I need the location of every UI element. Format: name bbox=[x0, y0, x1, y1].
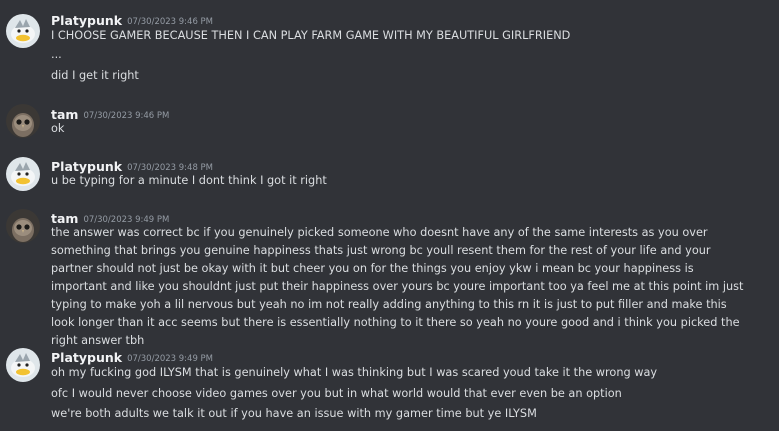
message-text: we're both adults we talk it out if you … bbox=[51, 407, 537, 420]
avatar[interactable] bbox=[6, 348, 40, 382]
message-text: ofc I would never choose video games ove… bbox=[51, 387, 622, 400]
owl-avatar-icon bbox=[6, 104, 40, 138]
message-text: ... bbox=[51, 48, 62, 61]
avatar[interactable] bbox=[6, 209, 40, 243]
timestamp[interactable]: 07/30/2023 9:46 PM bbox=[83, 111, 169, 121]
message-text: oh my fucking god ILYSM that is genuinel… bbox=[51, 366, 658, 379]
message-text: u be typing for a minute I dont think I … bbox=[51, 174, 327, 187]
platypus-avatar-icon bbox=[6, 157, 40, 191]
platypus-avatar-icon bbox=[6, 348, 40, 382]
message-text: the answer was correct bc if you genuine… bbox=[51, 226, 744, 347]
timestamp[interactable]: 07/30/2023 9:46 PM bbox=[127, 17, 213, 27]
message-header: tam 07/30/2023 9:46 PM bbox=[51, 104, 169, 122]
message-header: Platypunk 07/30/2023 9:49 PM bbox=[51, 347, 213, 365]
username[interactable]: Platypunk bbox=[51, 350, 122, 365]
message-header: Platypunk 07/30/2023 9:46 PM bbox=[51, 10, 213, 28]
avatar[interactable] bbox=[6, 14, 40, 48]
message-text: did I get it right bbox=[51, 69, 139, 82]
message-text: ok bbox=[51, 122, 65, 135]
platypus-avatar-icon bbox=[6, 14, 40, 48]
message-text: I CHOOSE GAMER BECAUSE THEN I CAN PLAY F… bbox=[51, 29, 571, 42]
owl-avatar-icon bbox=[6, 209, 40, 243]
avatar[interactable] bbox=[6, 157, 40, 191]
username[interactable]: Platypunk bbox=[51, 13, 122, 28]
timestamp[interactable]: 07/30/2023 9:49 PM bbox=[127, 354, 213, 364]
avatar[interactable] bbox=[6, 104, 40, 138]
